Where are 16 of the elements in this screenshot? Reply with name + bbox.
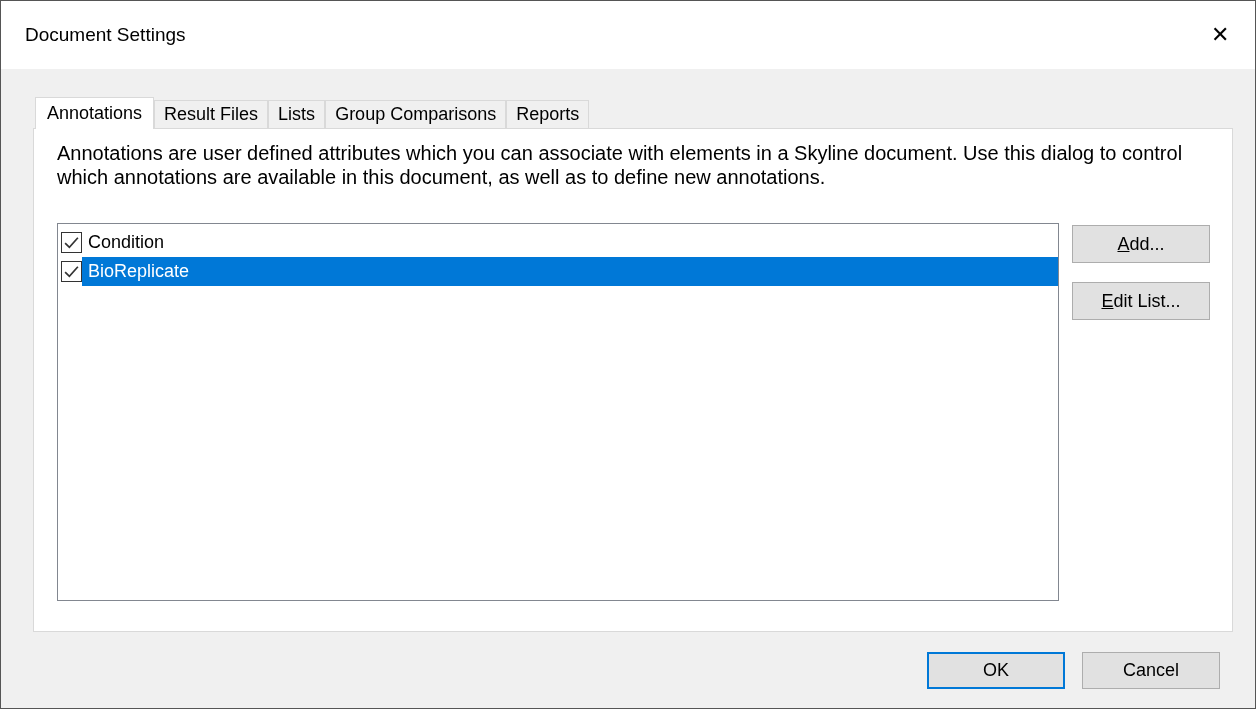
dialog-button[interactable]: OK: [927, 652, 1065, 689]
tab[interactable]: Reports: [506, 100, 590, 128]
tab[interactable]: Group Comparisons: [325, 100, 507, 128]
tab[interactable]: Result Files: [154, 100, 269, 128]
window-title: Document Settings: [25, 22, 186, 47]
close-button[interactable]: ✕: [1205, 20, 1235, 50]
checkbox[interactable]: [61, 261, 82, 282]
list-item[interactable]: Condition: [82, 228, 1058, 257]
tab[interactable]: Lists: [268, 100, 326, 128]
side-button[interactable]: Add...: [1072, 225, 1210, 263]
checkbox[interactable]: [61, 232, 82, 253]
dialog-button[interactable]: Cancel: [1082, 652, 1220, 689]
side-button[interactable]: Edit List...: [1072, 282, 1210, 320]
description-text: Annotations are user defined attributes which you can associate with elements in a Skyline document. Use this dialog to control which annotations are available in this document, as well as to define new annotations.: [57, 141, 1184, 189]
list-item[interactable]: BioReplicate: [82, 257, 1058, 286]
tab[interactable]: Annotations: [35, 97, 155, 129]
